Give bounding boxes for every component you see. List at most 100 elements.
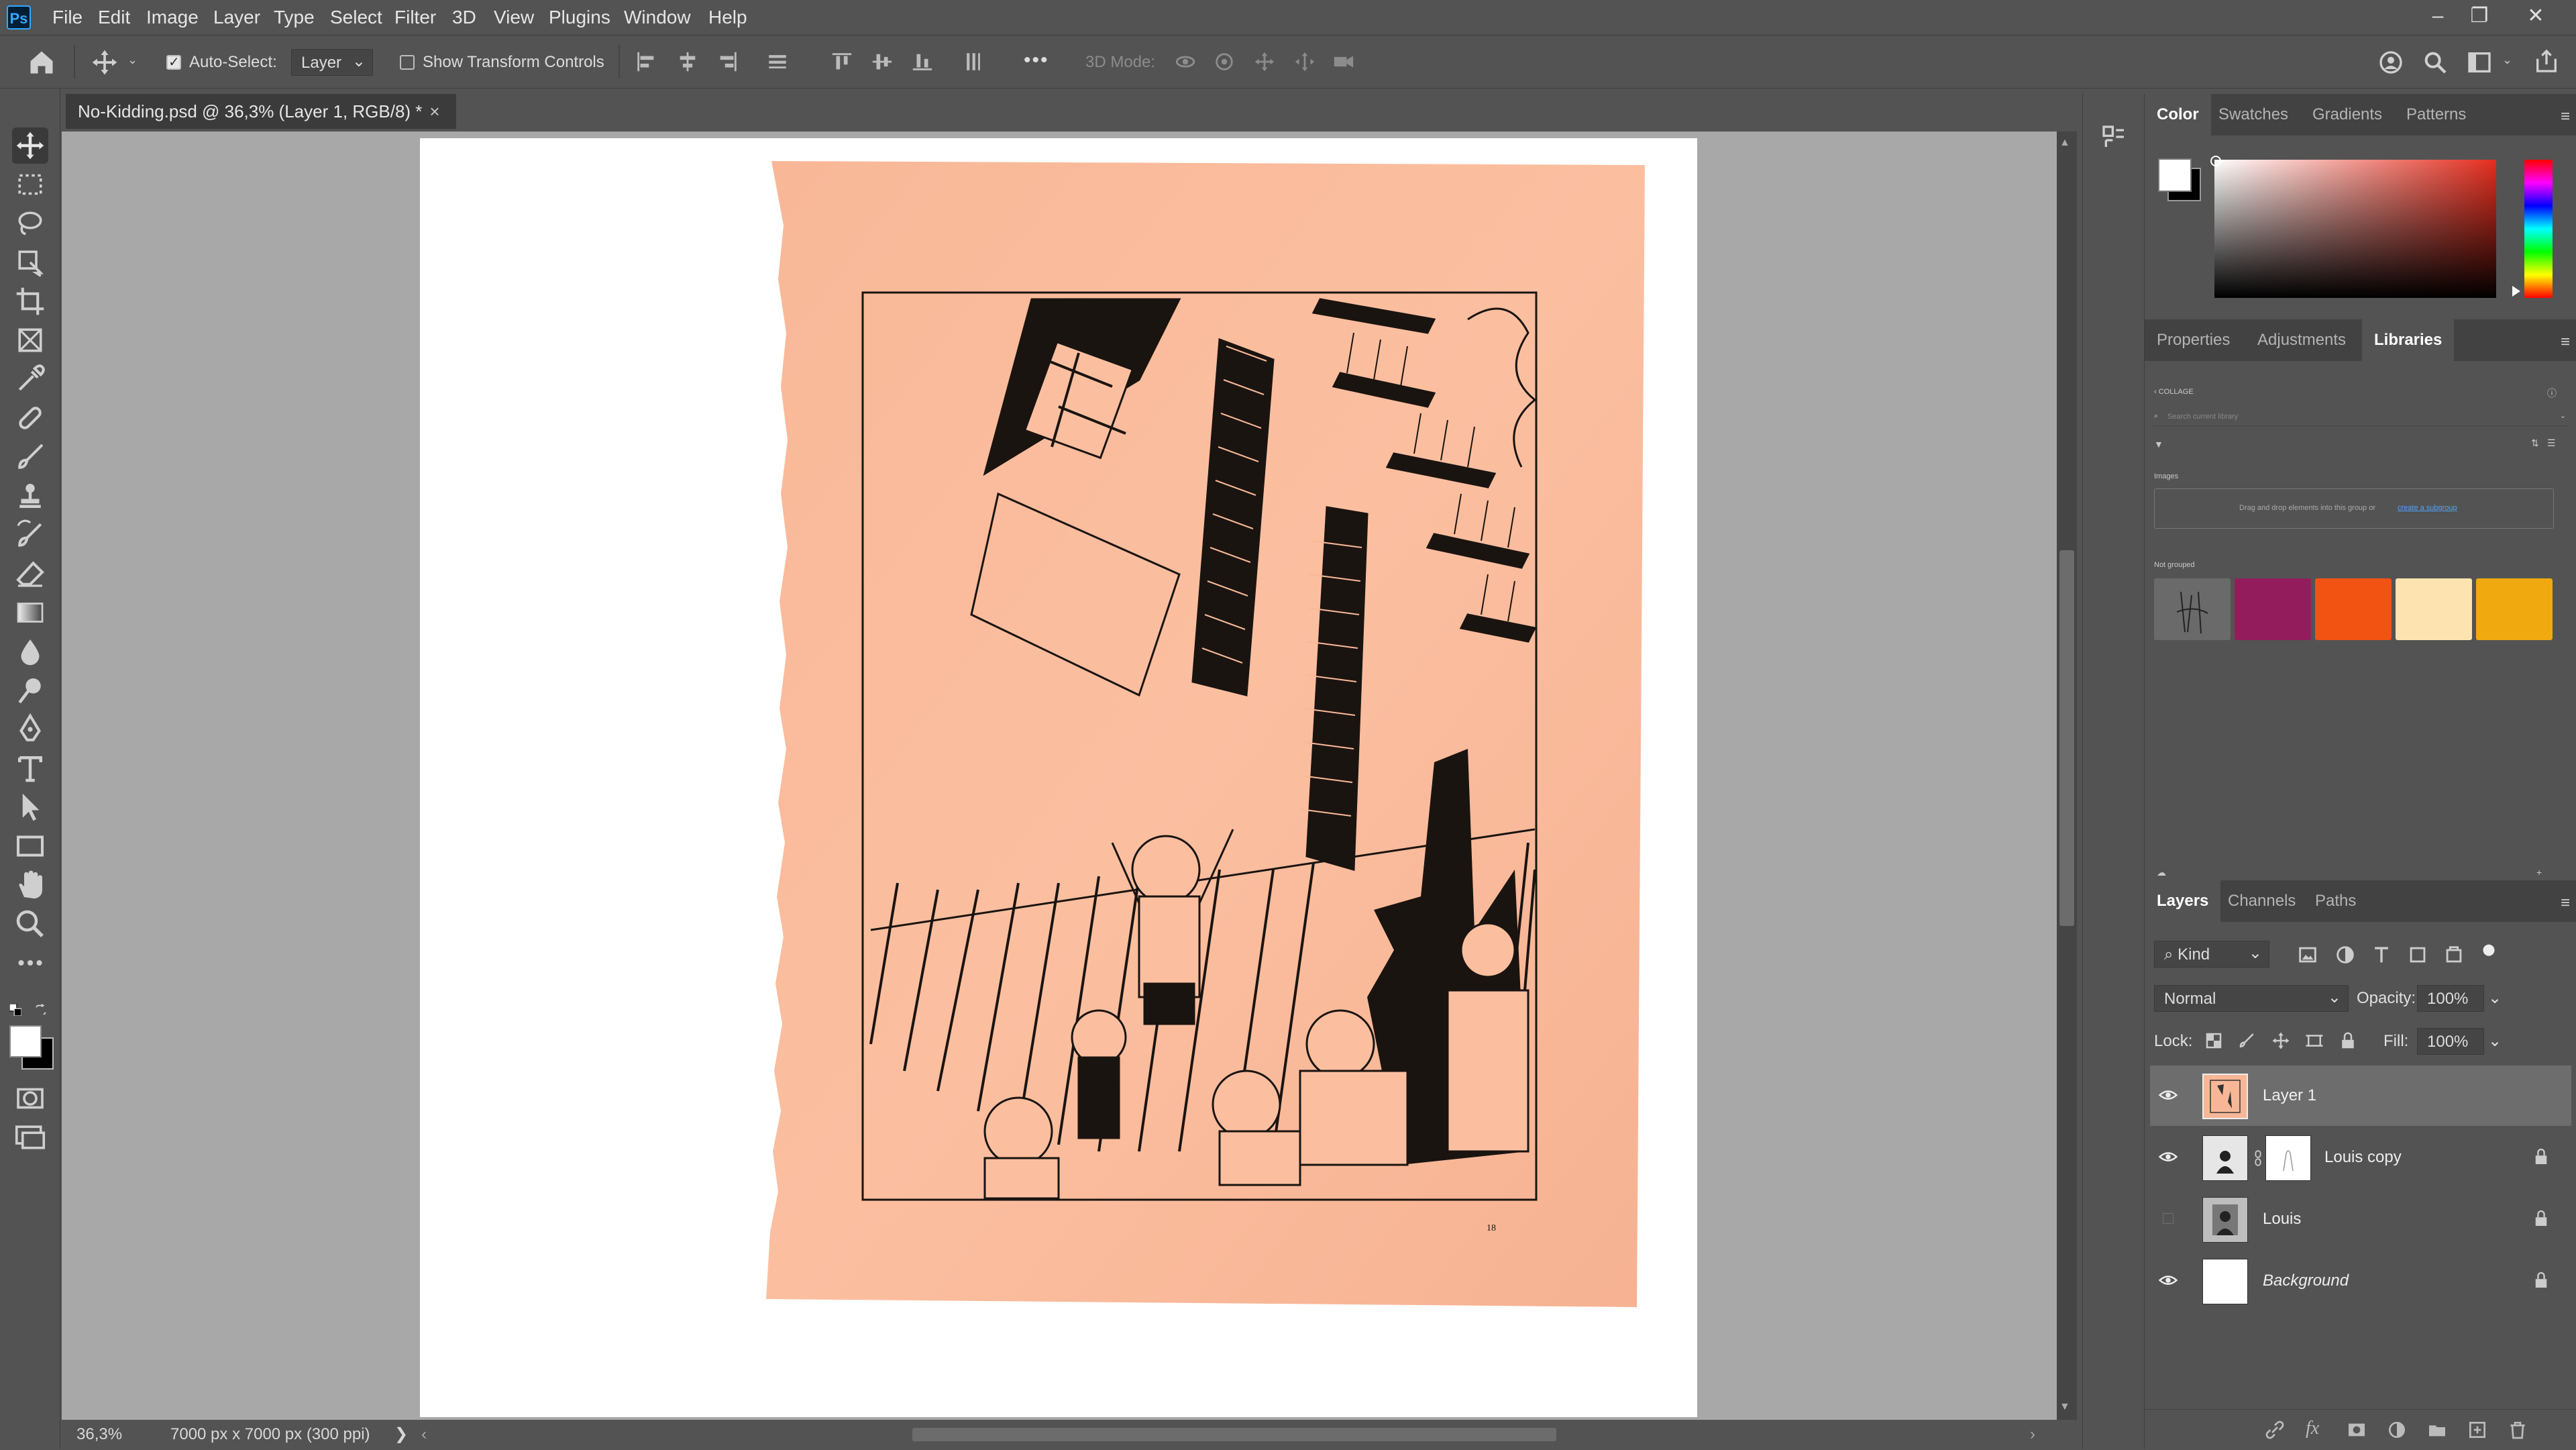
link-layers-icon[interactable] <box>2264 1419 2287 1442</box>
pixel-layer-filter-icon[interactable] <box>2296 943 2319 966</box>
quick-mask-icon[interactable] <box>12 1080 48 1117</box>
align-bottom-icon[interactable] <box>911 50 934 73</box>
type-tool-icon[interactable] <box>12 750 48 786</box>
layer-mask-thumbnail[interactable] <box>2265 1135 2311 1181</box>
layer-name[interactable]: Louis <box>2263 1209 2301 1229</box>
pen-icon[interactable] <box>12 711 48 747</box>
share-icon[interactable] <box>2533 48 2560 74</box>
layer-name[interactable]: Layer 1 <box>2263 1086 2316 1106</box>
type-layer-filter-icon[interactable] <box>2370 943 2393 966</box>
auto-select-target-dropdown[interactable]: Layer ⌄ <box>291 49 373 76</box>
zoom-tool-icon[interactable] <box>12 906 48 942</box>
rectangular-marquee-icon[interactable] <box>12 166 48 203</box>
gradient-icon[interactable] <box>12 594 48 631</box>
layer-name[interactable]: Background <box>2263 1271 2349 1291</box>
smart-object-filter-icon[interactable] <box>2443 943 2465 966</box>
add-element-icon[interactable]: + <box>2536 867 2542 878</box>
color-foreground-swatch[interactable] <box>2158 158 2192 192</box>
tab-channels[interactable]: Channels <box>2216 880 2308 922</box>
menu-filter[interactable]: Filter <box>394 4 436 31</box>
scroll-left-icon[interactable]: ‹ <box>421 1420 427 1449</box>
tab-color[interactable]: Color <box>2145 94 2211 136</box>
lock-position-icon[interactable] <box>2271 1031 2294 1053</box>
list-view-icon[interactable]: ☰ <box>2547 437 2556 449</box>
zoom-level[interactable]: 36,3% <box>76 1420 122 1449</box>
search-icon[interactable] <box>2422 49 2449 76</box>
blur-icon[interactable] <box>12 633 48 670</box>
delete-layer-icon[interactable] <box>2507 1419 2530 1442</box>
add-mask-icon[interactable] <box>2346 1419 2369 1442</box>
sort-icon[interactable]: ⇅ <box>2531 437 2539 449</box>
visibility-eye-icon[interactable] <box>2158 1149 2178 1165</box>
library-color-swatch-4[interactable] <box>2476 578 2553 640</box>
3d-orbit-icon[interactable] <box>1173 50 1198 73</box>
close-icon[interactable]: × <box>421 94 448 129</box>
tab-gradients[interactable]: Gradients <box>2300 94 2394 136</box>
show-transform-checkbox[interactable] <box>400 55 415 70</box>
library-color-swatch-3[interactable] <box>2396 578 2472 640</box>
panel-menu-icon[interactable]: ≡ <box>2561 107 2570 126</box>
distribute-vertical-icon[interactable] <box>962 50 985 73</box>
more-options-icon[interactable]: ••• <box>1024 50 1049 70</box>
layer-style-fx-icon[interactable]: fx <box>2306 1418 2328 1441</box>
scroll-down-icon[interactable]: ▼ <box>2059 1401 2070 1413</box>
create-subgroup-link[interactable]: create a subgroup <box>2398 504 2457 512</box>
workspace-icon[interactable] <box>2466 49 2493 76</box>
color-picker-marker[interactable] <box>2210 156 2221 166</box>
align-top-icon[interactable] <box>830 50 853 73</box>
tab-layers[interactable]: Layers <box>2145 880 2221 922</box>
visibility-eye-icon[interactable] <box>2158 1272 2178 1288</box>
home-icon[interactable] <box>27 48 56 77</box>
scroll-up-icon[interactable]: ▲ <box>2059 137 2070 149</box>
layer-thumbnail[interactable] <box>2202 1074 2248 1119</box>
lasso-icon[interactable] <box>12 205 48 242</box>
align-left-icon[interactable] <box>635 50 657 73</box>
chevron-down-icon[interactable]: ⌄ <box>2502 53 2512 67</box>
menu-window[interactable]: Window <box>624 4 691 31</box>
hue-slider[interactable] <box>2524 160 2553 298</box>
menu-type[interactable]: Type <box>274 4 315 31</box>
adjustment-layer-filter-icon[interactable] <box>2334 943 2357 966</box>
new-layer-icon[interactable] <box>2467 1419 2489 1442</box>
blend-mode-dropdown[interactable]: Normal ⌄ <box>2154 985 2349 1012</box>
tab-paths[interactable]: Paths <box>2303 880 2368 922</box>
align-middle-icon[interactable] <box>871 50 894 73</box>
menu-view[interactable]: View <box>494 4 534 31</box>
document-tab[interactable]: No-Kidding.psd @ 36,3% (Layer 1, RGB/8) … <box>66 94 456 129</box>
crop-icon[interactable] <box>12 283 48 319</box>
layer-name[interactable]: Louis copy <box>2324 1147 2402 1168</box>
menu-3d[interactable]: 3D <box>452 4 476 31</box>
artwork-layer[interactable]: 18 <box>763 158 1646 1310</box>
menu-image[interactable]: Image <box>146 4 199 31</box>
menu-edit[interactable]: Edit <box>98 4 130 31</box>
visibility-eye-icon[interactable] <box>2158 1087 2178 1103</box>
lock-artboard-icon[interactable] <box>2304 1031 2327 1053</box>
dodge-icon[interactable] <box>12 672 48 709</box>
clone-stamp-icon[interactable] <box>12 478 48 514</box>
swap-colors-icon[interactable] <box>34 1002 48 1017</box>
library-image-thumbnail[interactable] <box>2154 578 2231 640</box>
tab-properties[interactable]: Properties <box>2145 319 2242 361</box>
screen-mode-icon[interactable] <box>12 1119 48 1155</box>
brush-icon[interactable] <box>12 439 48 475</box>
tab-adjustments[interactable]: Adjustments <box>2245 319 2358 361</box>
library-color-swatch-1[interactable] <box>2235 578 2311 640</box>
menu-help[interactable]: Help <box>708 4 747 31</box>
status-menu-arrow[interactable]: ❯ <box>394 1420 408 1449</box>
hue-slider-marker[interactable] <box>2512 286 2520 297</box>
color-field[interactable] <box>2214 160 2496 298</box>
library-color-swatch-2[interactable] <box>2315 578 2392 640</box>
foreground-color-swatch[interactable] <box>9 1025 42 1057</box>
eyedropper-icon[interactable] <box>12 361 48 397</box>
visibility-eye-hidden-icon[interactable] <box>2158 1210 2178 1227</box>
layer-row-layer-1[interactable]: Layer 1 <box>2150 1066 2571 1126</box>
library-breadcrumb[interactable]: ‹ COLLAGE <box>2154 388 2194 396</box>
layer-filter-kind[interactable]: ⌕ Kind ⌄ <box>2154 941 2269 968</box>
lock-all-icon[interactable] <box>2338 1031 2361 1053</box>
healing-brush-icon[interactable] <box>12 400 48 436</box>
vertical-scrollbar-thumb[interactable] <box>2059 550 2074 926</box>
section-images-label[interactable]: Images <box>2154 472 2178 480</box>
shape-layer-filter-icon[interactable] <box>2406 943 2429 966</box>
menu-select[interactable]: Select <box>330 4 382 31</box>
frame-icon[interactable] <box>12 322 48 358</box>
